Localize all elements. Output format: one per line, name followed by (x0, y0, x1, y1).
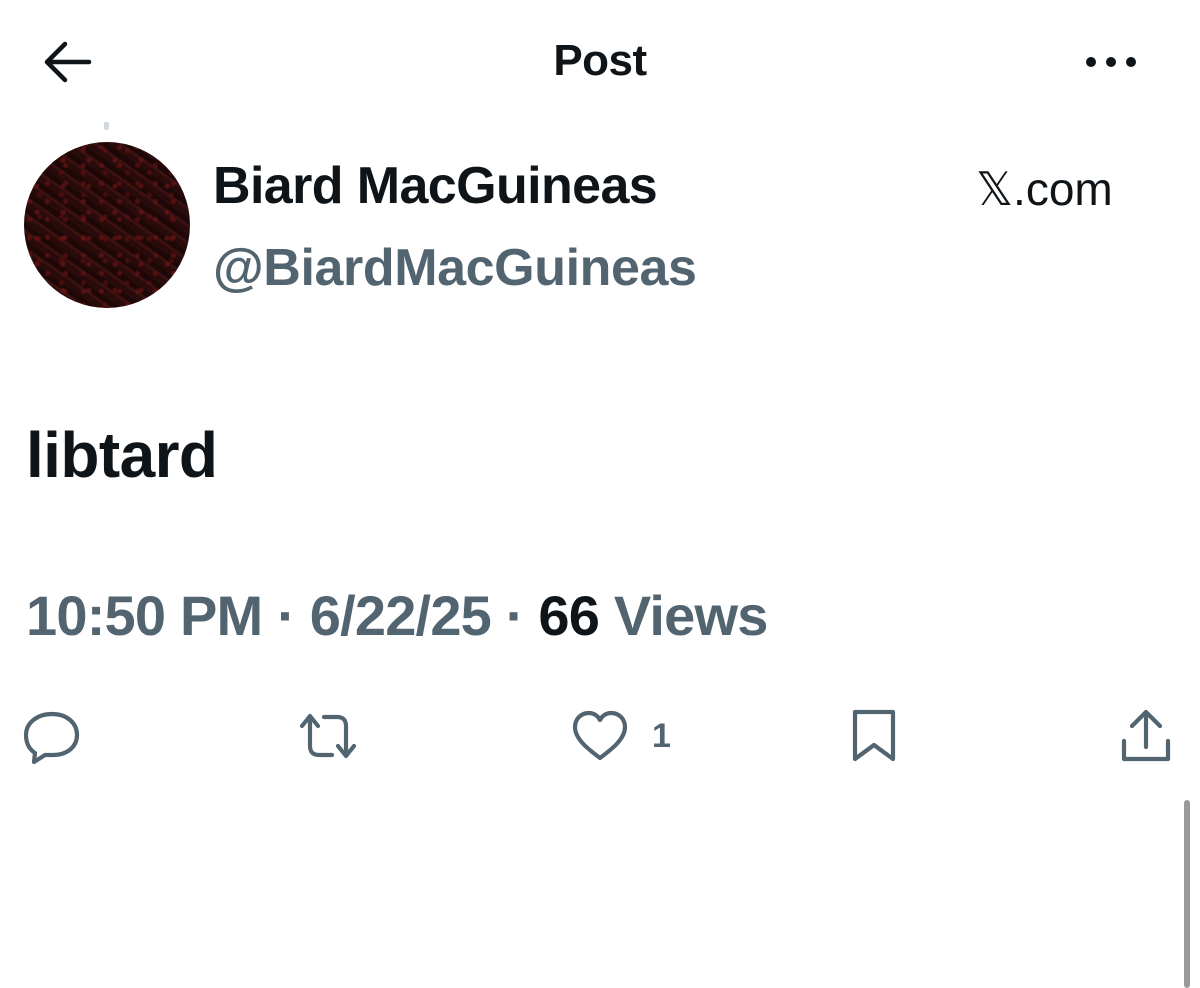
more-options-button[interactable] (1080, 42, 1142, 82)
bookmark-icon (852, 709, 896, 762)
reply-icon (23, 711, 80, 764)
repost-icon (299, 713, 357, 759)
more-horizontal-icon (1086, 57, 1136, 67)
views-count: 66 (538, 584, 600, 647)
post-date[interactable]: 6/22/25 (310, 584, 492, 647)
like-count: 1 (652, 716, 671, 755)
post-text: libtard (26, 419, 218, 491)
share-button[interactable] (1118, 706, 1174, 766)
post-time[interactable]: 10:50 PM (26, 584, 263, 647)
repost-button[interactable] (296, 706, 360, 766)
scrollbar[interactable] (1184, 800, 1190, 988)
decorative-dot (104, 122, 109, 130)
meta-separator: · (262, 584, 310, 647)
page-title: Post (553, 36, 647, 85)
bookmark-button[interactable] (848, 706, 900, 766)
reply-button[interactable] (22, 706, 82, 766)
post-meta: 10:50 PM · 6/22/25 · 66 Views (26, 583, 768, 648)
share-icon (1121, 709, 1171, 762)
like-button[interactable]: 1 (570, 706, 671, 766)
post-detail-page: Post Biard MacGuineas @BiardMacGuineas 𝕏… (0, 0, 1200, 988)
meta-separator: · (491, 584, 539, 647)
views-label: Views (599, 584, 769, 647)
avatar[interactable] (24, 142, 190, 308)
source-label: 𝕏.com (976, 163, 1113, 215)
author-handle[interactable]: @BiardMacGuineas (213, 238, 697, 298)
author-display-name[interactable]: Biard MacGuineas (213, 156, 658, 216)
heart-icon (572, 710, 628, 761)
